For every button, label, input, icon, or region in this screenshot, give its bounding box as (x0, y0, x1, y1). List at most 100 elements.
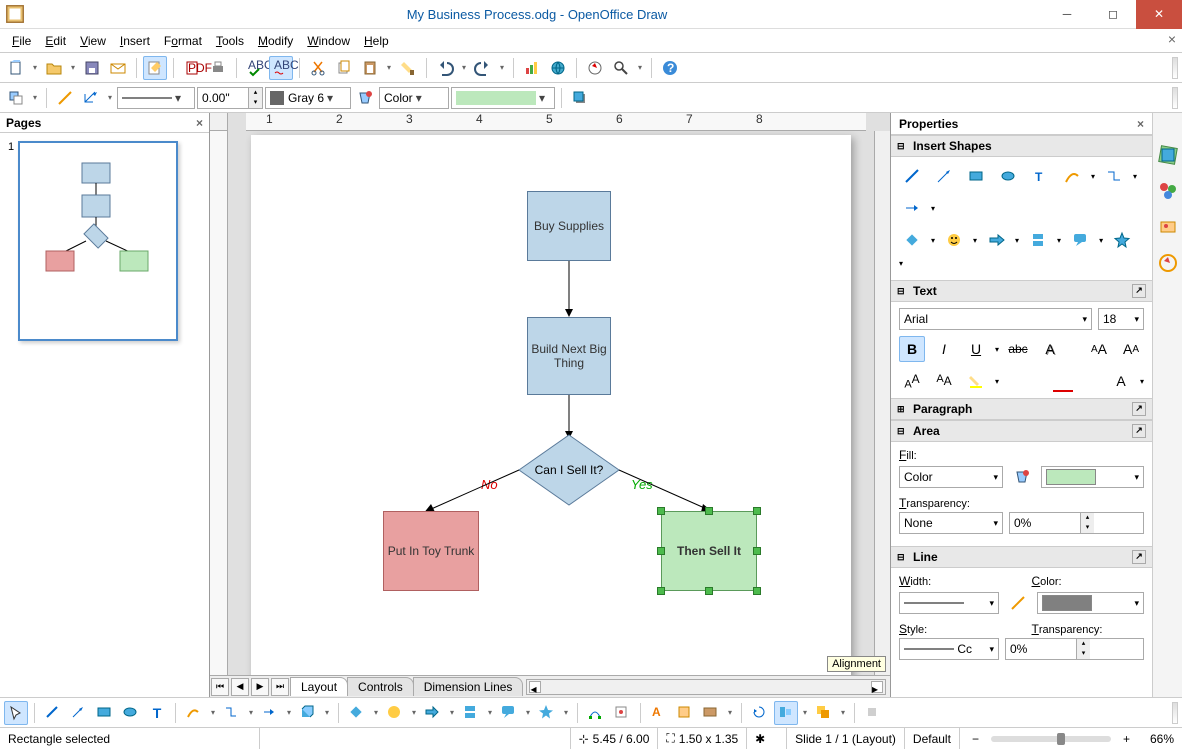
open-button[interactable] (42, 56, 66, 80)
curve-tool[interactable] (182, 701, 206, 725)
superscript-button[interactable]: AA (899, 368, 925, 394)
email-button[interactable] (106, 56, 130, 80)
line-tool[interactable] (899, 163, 925, 189)
close-button[interactable]: ✕ (1136, 0, 1182, 29)
symbol-shapes-tool[interactable] (941, 227, 967, 253)
shape-then-sell-it[interactable]: Then Sell It (661, 511, 757, 591)
page-thumbnail[interactable] (18, 141, 178, 341)
more-icon[interactable]: ↗ (1132, 550, 1146, 564)
ellipse-tool[interactable] (995, 163, 1021, 189)
export-pdf-button[interactable]: PDF (180, 56, 204, 80)
toolbar-grip[interactable] (1172, 702, 1178, 724)
flowchart-tool[interactable] (459, 701, 483, 725)
lines-arrows-tool[interactable] (899, 195, 925, 221)
shadow-text-button[interactable]: A (1037, 336, 1063, 362)
arrow-tool[interactable] (931, 163, 957, 189)
cut-button[interactable] (306, 56, 330, 80)
format-paintbrush-button[interactable] (396, 56, 420, 80)
spellcheck-button[interactable]: ABC (243, 56, 267, 80)
toolbar-grip[interactable] (1172, 87, 1178, 109)
navigator-tab-icon[interactable] (1156, 251, 1180, 275)
minimize-button[interactable]: ─ (1044, 0, 1090, 29)
vertical-scrollbar[interactable] (874, 131, 890, 675)
selection-handle[interactable] (705, 587, 713, 595)
stars-tool[interactable] (535, 701, 559, 725)
more-icon[interactable]: ↗ (1132, 284, 1146, 298)
section-insert-shapes[interactable]: ⊟Insert Shapes (891, 135, 1152, 157)
increase-font-button[interactable]: AA (1086, 336, 1112, 362)
rectangle-tool[interactable] (963, 163, 989, 189)
tab-nav-last[interactable]: ⏭ (271, 678, 289, 696)
drawing-page[interactable]: Buy Supplies Build Next Big Thing Can I … (251, 135, 851, 675)
new-document-button[interactable] (4, 56, 28, 80)
selection-handle[interactable] (657, 507, 665, 515)
shape-put-in-trunk[interactable]: Put In Toy Trunk (383, 511, 479, 591)
gallery-tab-icon[interactable] (1156, 215, 1180, 239)
font-color-button[interactable]: A (1108, 368, 1134, 394)
maximize-button[interactable]: ◻ (1090, 0, 1136, 29)
connector-tool[interactable] (220, 701, 244, 725)
hyperlink-button[interactable] (546, 56, 570, 80)
line-style-combo[interactable]: ▾ (117, 87, 195, 109)
fontwork-tool[interactable]: A (647, 701, 671, 725)
text-tool[interactable]: T (1027, 163, 1053, 189)
tab-nav-first[interactable]: ⏮ (211, 678, 229, 696)
menu-tools[interactable]: Tools (210, 32, 250, 50)
arrow-end-tool[interactable] (67, 701, 91, 725)
strikethrough-button[interactable]: abc (1005, 336, 1031, 362)
points-edit-tool[interactable] (584, 701, 608, 725)
print-button[interactable] (206, 56, 230, 80)
line-tool[interactable] (41, 701, 65, 725)
curve-tool[interactable] (1059, 163, 1085, 189)
text-tool[interactable]: T (145, 701, 169, 725)
rotate-tool[interactable] (748, 701, 772, 725)
selection-handle[interactable] (705, 507, 713, 515)
menu-edit[interactable]: Edit (39, 32, 72, 50)
arrange-tool[interactable] (812, 701, 836, 725)
block-arrows-tool[interactable] (983, 227, 1009, 253)
line-color-combo[interactable]: Gray 6▾ (265, 87, 351, 109)
navigator-button[interactable] (583, 56, 607, 80)
paste-button[interactable] (358, 56, 382, 80)
tab-controls[interactable]: Controls (347, 677, 414, 696)
help-button[interactable]: ? (658, 56, 682, 80)
auto-spellcheck-button[interactable]: ABC (269, 56, 293, 80)
section-text[interactable]: ⊟Text↗ (891, 280, 1152, 302)
shape-buy-supplies[interactable]: Buy Supplies (527, 191, 611, 261)
callouts-tool[interactable] (1067, 227, 1093, 253)
subscript-button[interactable]: AA (931, 368, 957, 394)
selection-handle[interactable] (657, 547, 665, 555)
shape-decision[interactable]: Can I Sell It? (519, 435, 619, 505)
zoom-slider[interactable]: − + (960, 728, 1142, 749)
tab-nav-prev[interactable]: ◀ (231, 678, 249, 696)
ellipse-tool[interactable] (119, 701, 143, 725)
line-transparency-spinner[interactable]: ▴▾ (1005, 638, 1144, 660)
line-width-spinner[interactable]: ▴▾ (197, 87, 263, 109)
section-area[interactable]: ⊟Area↗ (891, 420, 1152, 442)
menu-window[interactable]: Window (301, 32, 356, 50)
menu-insert[interactable]: Insert (114, 32, 156, 50)
properties-close-icon[interactable]: × (1137, 117, 1144, 131)
extrusion-tool[interactable] (861, 701, 885, 725)
area-fill-color-combo[interactable]: ▾ (451, 87, 555, 109)
menu-file[interactable]: File (6, 32, 37, 50)
gallery-tool[interactable] (699, 701, 723, 725)
transparency-type-combo[interactable]: None▾ (899, 512, 1003, 534)
section-line[interactable]: ⊟Line↗ (891, 546, 1152, 568)
tab-dimension-lines[interactable]: Dimension Lines (413, 677, 524, 696)
save-button[interactable] (80, 56, 104, 80)
font-size-combo[interactable]: 18▾ (1098, 308, 1144, 330)
select-tool[interactable] (4, 701, 28, 725)
edit-file-button[interactable] (143, 56, 167, 80)
alignment-tool[interactable] (774, 701, 798, 725)
arrange-button[interactable] (4, 86, 28, 110)
italic-button[interactable]: I (931, 336, 957, 362)
lines-arrows-tool[interactable] (258, 701, 282, 725)
connector-tool[interactable] (1101, 163, 1127, 189)
area-fill-type-combo[interactable]: Color▾ (379, 87, 449, 109)
toolbar-grip[interactable] (1172, 57, 1178, 79)
redo-button[interactable] (471, 56, 495, 80)
line-width-combo[interactable]: ▾ (899, 592, 999, 614)
underline-button[interactable]: U (963, 336, 989, 362)
bold-button[interactable]: B (899, 336, 925, 362)
